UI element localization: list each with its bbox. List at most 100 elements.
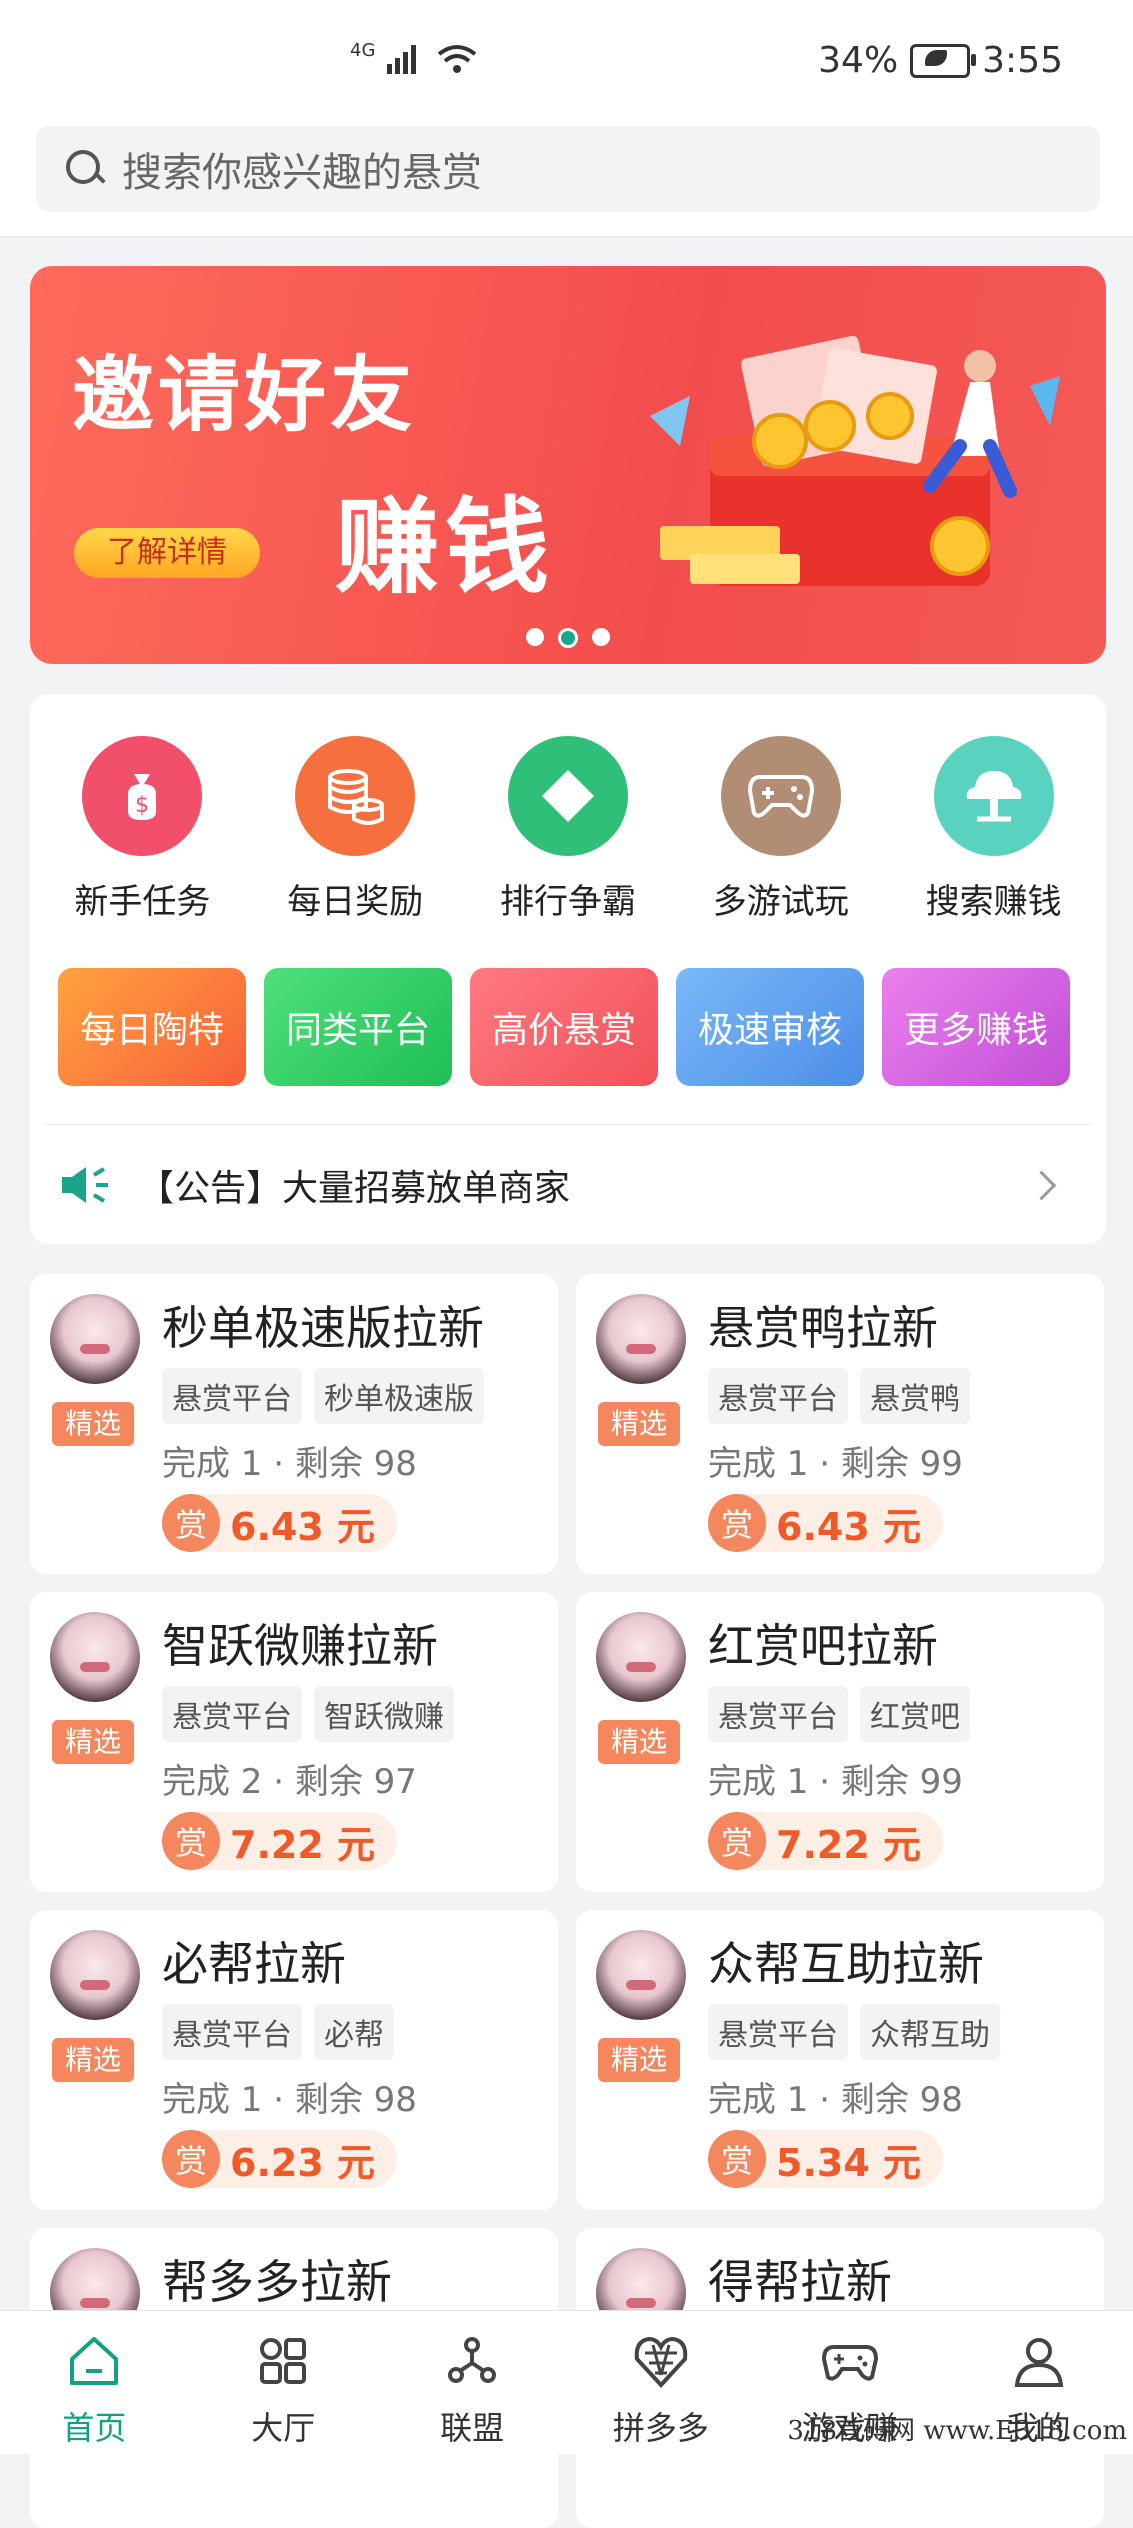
reward-pill: 赏 6.43 元 bbox=[162, 1494, 397, 1552]
fast-review-button[interactable]: 极速审核 bbox=[676, 968, 864, 1086]
reward-amount: 7.22 元 bbox=[230, 1822, 375, 1867]
signal-icon bbox=[386, 44, 416, 74]
featured-badge: 精选 bbox=[52, 2038, 134, 2082]
coins-icon bbox=[295, 736, 416, 856]
reward-icon: 赏 bbox=[162, 1812, 220, 1870]
menu-newbie-tasks[interactable]: $ 新手任务 bbox=[42, 736, 242, 923]
watermark-text: 318首码网 www.E318.com bbox=[787, 2416, 1127, 2446]
banner-pagination bbox=[30, 628, 1106, 648]
reward-icon: 赏 bbox=[708, 1812, 766, 1870]
reward-amount: 6.23 元 bbox=[230, 2140, 375, 2185]
pagination-dot[interactable] bbox=[526, 628, 544, 646]
task-tag: 智跃微赚 bbox=[314, 1686, 454, 1742]
task-title: 帮多多拉新 bbox=[162, 2255, 392, 2309]
menu-label: 排行争霸 bbox=[499, 882, 636, 922]
reward-icon: 赏 bbox=[162, 2130, 220, 2188]
daily-taote-button[interactable]: 每日陶特 bbox=[58, 968, 246, 1086]
tab-alliance[interactable]: 联盟 bbox=[378, 2311, 567, 2454]
reward-icon: 赏 bbox=[708, 1494, 766, 1552]
diamond-icon bbox=[507, 736, 628, 856]
task-tag: 悬赏平台 bbox=[708, 1686, 848, 1742]
red-envelope-illustration bbox=[650, 335, 1060, 586]
task-title: 秒单极速版拉新 bbox=[162, 1301, 484, 1355]
featured-badge: 精选 bbox=[52, 1720, 134, 1764]
task-tags: 悬赏平台 智跃微赚 bbox=[162, 1686, 454, 1742]
speaker-icon bbox=[62, 1167, 108, 1203]
reward-pill: 赏 7.22 元 bbox=[162, 1812, 397, 1870]
task-stats: 完成 2 · 剩余 97 bbox=[162, 1762, 417, 1802]
category-button-row: 每日陶特 同类平台 高价悬赏 极速审核 更多赚钱 bbox=[58, 968, 1070, 1086]
high-reward-button[interactable]: 高价悬赏 bbox=[470, 968, 658, 1086]
task-card[interactable]: 精选 必帮拉新 悬赏平台 必帮 完成 1 · 剩余 98 赏 6.23 元 bbox=[30, 1910, 558, 2210]
reward-amount: 5.34 元 bbox=[776, 2140, 921, 2185]
more-earnings-button[interactable]: 更多赚钱 bbox=[882, 968, 1070, 1086]
svg-text:$: $ bbox=[135, 793, 149, 818]
featured-badge: 精选 bbox=[52, 1402, 134, 1446]
quick-icon-row: $ 新手任务 每日奖励 排行争霸 多游试玩 搜索赚钱 bbox=[30, 736, 1106, 923]
task-tags: 悬赏平台 红赏吧 bbox=[708, 1686, 970, 1742]
task-tag: 必帮 bbox=[314, 2004, 394, 2060]
featured-badge: 精选 bbox=[598, 2038, 680, 2082]
chevron-right-icon bbox=[1026, 1170, 1057, 1200]
task-tag: 悬赏平台 bbox=[162, 2004, 302, 2060]
reward-amount: 6.43 元 bbox=[776, 1504, 921, 1549]
reward-icon: 赏 bbox=[708, 2130, 766, 2188]
task-title: 必帮拉新 bbox=[162, 1937, 346, 1991]
gamepad-icon bbox=[720, 736, 841, 856]
pagination-dot-active[interactable] bbox=[558, 628, 578, 648]
reward-pill: 赏 7.22 元 bbox=[708, 1812, 943, 1870]
task-tags: 悬赏平台 必帮 bbox=[162, 2004, 394, 2060]
quick-menu-card: $ 新手任务 每日奖励 排行争霸 多游试玩 搜索赚钱 每日陶特 同类平台 高价悬… bbox=[30, 694, 1106, 1244]
reward-icon: 赏 bbox=[162, 1494, 220, 1552]
similar-platforms-button[interactable]: 同类平台 bbox=[264, 968, 452, 1086]
wifi-icon bbox=[437, 44, 476, 73]
task-card[interactable]: 精选 智跃微赚拉新 悬赏平台 智跃微赚 完成 2 · 剩余 97 赏 7.22 … bbox=[30, 1592, 558, 1892]
tab-hall[interactable]: 大厅 bbox=[189, 2311, 378, 2454]
tab-label: 联盟 bbox=[440, 2409, 505, 2447]
promo-banner[interactable]: 邀请好友 赚钱 了解详情 bbox=[30, 266, 1106, 664]
search-icon bbox=[66, 150, 104, 188]
battery-icon bbox=[910, 43, 977, 78]
avatar bbox=[596, 1930, 686, 2020]
gamepad-icon bbox=[821, 2345, 878, 2381]
task-tag: 众帮互助 bbox=[860, 2004, 1000, 2060]
announcement-bar[interactable]: 【公告】大量招募放单商家 bbox=[44, 1124, 1092, 1245]
menu-search-earn[interactable]: 搜索赚钱 bbox=[894, 736, 1094, 923]
task-tag: 秒单极速版 bbox=[314, 1368, 484, 1424]
task-tag: 红赏吧 bbox=[860, 1686, 970, 1742]
featured-badge: 精选 bbox=[598, 1720, 680, 1764]
task-tags: 悬赏平台 秒单极速版 bbox=[162, 1368, 484, 1424]
task-stats: 完成 1 · 剩余 99 bbox=[708, 1444, 963, 1484]
task-stats: 完成 1 · 剩余 98 bbox=[162, 1444, 417, 1484]
task-title: 众帮互助拉新 bbox=[708, 1937, 984, 1991]
search-bar-container: 搜索你感兴趣的悬赏 bbox=[0, 120, 1133, 237]
search-placeholder: 搜索你感兴趣的悬赏 bbox=[122, 150, 482, 196]
task-card[interactable]: 精选 秒单极速版拉新 悬赏平台 秒单极速版 完成 1 · 剩余 98 赏 6.4… bbox=[30, 1274, 558, 1574]
task-card[interactable]: 精选 众帮互助拉新 悬赏平台 众帮互助 完成 1 · 剩余 98 赏 5.34 … bbox=[576, 1910, 1104, 2210]
menu-ranking[interactable]: 排行争霸 bbox=[468, 736, 668, 923]
menu-game-trial[interactable]: 多游试玩 bbox=[681, 736, 881, 923]
menu-label: 搜索赚钱 bbox=[925, 882, 1062, 922]
task-title: 悬赏鸭拉新 bbox=[708, 1301, 938, 1355]
menu-label: 多游试玩 bbox=[712, 882, 849, 922]
battery-percent: 34% bbox=[818, 40, 899, 81]
featured-badge: 精选 bbox=[598, 1402, 680, 1446]
reward-pill: 赏 6.43 元 bbox=[708, 1494, 943, 1552]
task-tag: 悬赏平台 bbox=[708, 2004, 848, 2060]
menu-daily-rewards[interactable]: 每日奖励 bbox=[255, 736, 455, 923]
pinduoduo-icon bbox=[634, 2336, 688, 2388]
task-tags: 悬赏平台 悬赏鸭 bbox=[708, 1368, 970, 1424]
banner-details-button[interactable]: 了解详情 bbox=[74, 528, 260, 578]
pagination-dot[interactable] bbox=[592, 628, 610, 646]
tree-icon bbox=[933, 736, 1054, 856]
task-stats: 完成 1 · 剩余 98 bbox=[162, 2080, 417, 2120]
status-right: 34% 3:55 bbox=[818, 40, 1063, 81]
avatar bbox=[50, 1930, 140, 2020]
tab-home[interactable]: 首页 bbox=[0, 2311, 189, 2454]
task-card[interactable]: 精选 悬赏鸭拉新 悬赏平台 悬赏鸭 完成 1 · 剩余 99 赏 6.43 元 bbox=[576, 1274, 1104, 1574]
tab-pinduoduo[interactable]: 拼多多 bbox=[566, 2311, 755, 2454]
announcement-text: 【公告】大量招募放单商家 bbox=[138, 1168, 571, 1209]
money-bag-icon: $ bbox=[82, 736, 203, 856]
search-input[interactable]: 搜索你感兴趣的悬赏 bbox=[36, 126, 1100, 212]
task-card[interactable]: 精选 红赏吧拉新 悬赏平台 红赏吧 完成 1 · 剩余 99 赏 7.22 元 bbox=[576, 1592, 1104, 1892]
